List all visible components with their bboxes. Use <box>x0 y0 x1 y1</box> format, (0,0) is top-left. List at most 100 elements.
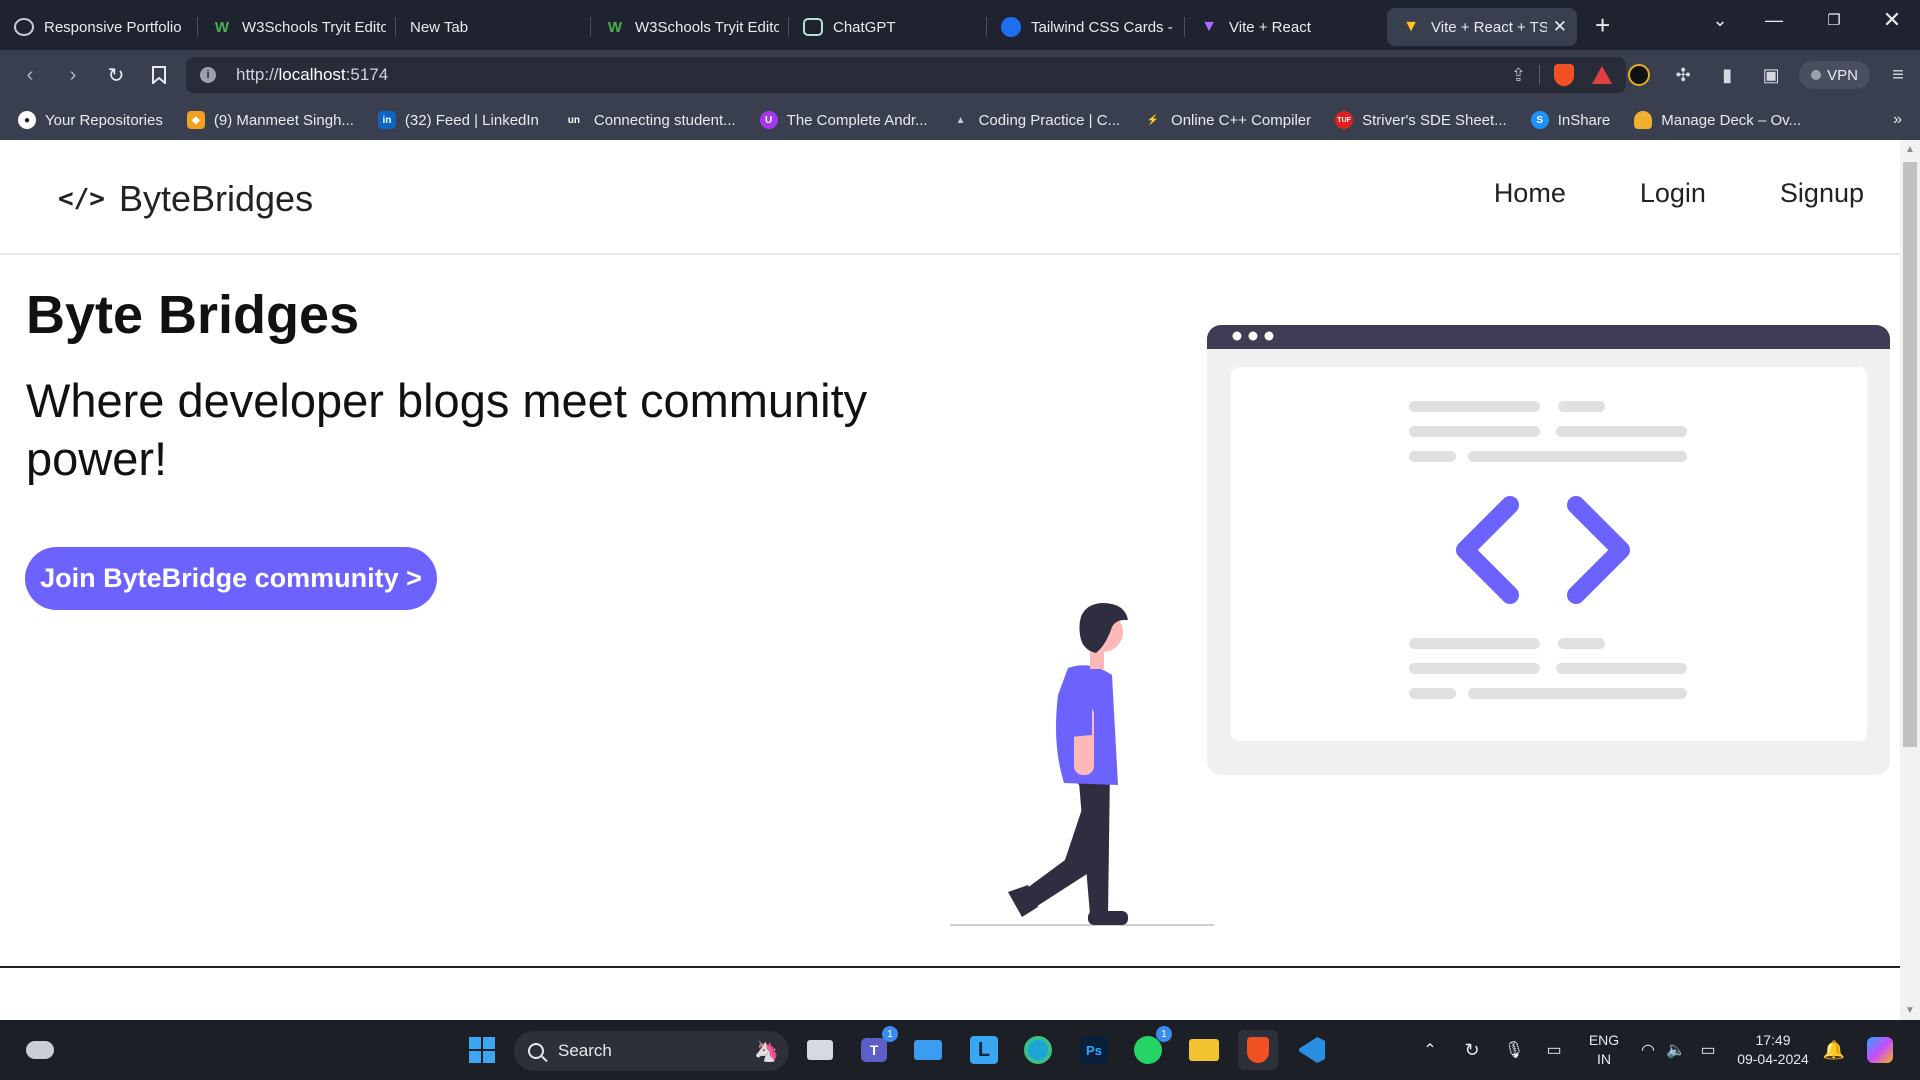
vscode-icon[interactable] <box>1292 1030 1332 1070</box>
taskbar-search[interactable]: Search 🦄 <box>514 1031 789 1071</box>
file-explorer-icon[interactable] <box>1184 1030 1224 1070</box>
reload-icon[interactable]: ↻ <box>96 55 136 95</box>
keyboard-layout-icon[interactable]: ▭ <box>1534 1030 1574 1070</box>
w3schools-icon: W <box>607 18 623 36</box>
browser-toolbar: ‹ › ↻ i http://localhost:5174 ⇪ ✣ ▮ ▣ VP… <box>0 50 1920 100</box>
tab-w3schools-2[interactable]: W W3Schools Tryit Editor <box>591 8 789 46</box>
search-label: Search <box>558 1041 612 1060</box>
nav-signup-link[interactable]: Signup <box>1780 178 1864 209</box>
brand-name: ByteBridges <box>118 178 314 219</box>
tray-overflow-icon[interactable]: ⌃ <box>1410 1030 1450 1070</box>
footer-divider <box>0 966 1900 968</box>
more-bookmarks-icon[interactable]: » <box>1893 111 1902 129</box>
bookmark-manage-deck[interactable]: Manage Deck – Ov... <box>1634 111 1801 129</box>
inshare-icon: S <box>1530 111 1549 129</box>
bookmark-label: Manage Deck – Ov... <box>1661 111 1802 129</box>
tab-vite-react-ts[interactable]: ▼ Vite + React + TS ✕ <box>1387 8 1577 46</box>
photoshop-icon[interactable]: Ps <box>1074 1030 1114 1070</box>
brave-rewards-icon[interactable] <box>1592 66 1612 84</box>
url-text[interactable]: http://localhost:5174 <box>236 65 388 85</box>
vpn-button[interactable]: VPN <box>1799 61 1870 89</box>
bookmark-inshare[interactable]: S InShare <box>1530 111 1610 129</box>
learn-app-icon[interactable]: L <box>964 1030 1004 1070</box>
minimize-icon[interactable]: — <box>1746 0 1802 40</box>
battery-icon[interactable]: ▭ <box>1688 1030 1728 1070</box>
browser-window-graphic <box>1207 325 1890 775</box>
vite-icon: ▼ <box>1403 18 1419 35</box>
tab-w3schools-1[interactable]: W W3Schools Tryit Editor <box>198 8 396 46</box>
bookmark-label: (32) Feed | LinkedIn <box>404 111 539 129</box>
task-view-icon[interactable] <box>800 1030 840 1070</box>
un-icon: un <box>567 114 581 126</box>
nav-home-link[interactable]: Home <box>1494 178 1566 209</box>
brave-shields-icon[interactable] <box>1554 64 1574 86</box>
url-host: localhost <box>278 65 346 84</box>
vite-icon: ▼ <box>1201 18 1217 35</box>
bookmark-linkedin[interactable]: in (32) Feed | LinkedIn <box>377 111 539 129</box>
close-tab-icon[interactable]: ✕ <box>1553 17 1567 37</box>
bookmark-striver-sde[interactable]: TUF Striver's SDE Sheet... <box>1335 111 1507 129</box>
forward-icon[interactable]: › <box>53 55 93 95</box>
tab-vite-react[interactable]: ▼ Vite + React <box>1185 8 1383 46</box>
extensions-icon[interactable]: ✣ <box>1661 50 1705 100</box>
tab-search-icon[interactable]: ⌄ <box>1692 0 1748 40</box>
screen: Responsive Portfolio W W3Schools Tryit E… <box>0 0 1920 1080</box>
join-community-button[interactable]: Join ByteBridge community > <box>25 547 437 610</box>
tab-label: Tailwind CSS Cards - <box>1031 18 1173 36</box>
bookmark-page-icon[interactable] <box>139 55 179 95</box>
address-bar[interactable]: i http://localhost:5174 ⇪ <box>186 57 1626 93</box>
language-code: ENG <box>1588 1032 1620 1048</box>
new-tab-button[interactable]: + <box>1595 12 1610 38</box>
bookmark-label: (9) Manmeet Singh... <box>213 111 354 129</box>
wallet-icon[interactable]: ▣ <box>1749 50 1793 100</box>
back-icon[interactable]: ‹ <box>10 55 50 95</box>
tab-label: Vite + React <box>1229 18 1311 36</box>
copilot-icon[interactable] <box>1860 1030 1900 1070</box>
bookmark-complete-android[interactable]: U The Complete Andr... <box>759 111 928 129</box>
restore-icon[interactable]: ❐ <box>1806 0 1862 40</box>
bookmark-manmeet[interactable]: ◆ (9) Manmeet Singh... <box>186 111 354 129</box>
bookmark-coding-practice[interactable]: ▲ Coding Practice | C... <box>952 111 1120 129</box>
tab-responsive-portfolio[interactable]: Responsive Portfolio <box>0 8 198 46</box>
tab-tailwind-cards[interactable]: Tailwind CSS Cards - <box>987 8 1185 46</box>
url-port: :5174 <box>345 65 389 84</box>
windows-start-icon[interactable] <box>462 1030 502 1070</box>
mail-icon[interactable] <box>908 1030 948 1070</box>
weather-icon[interactable] <box>20 1030 60 1070</box>
share-icon[interactable]: ⇪ <box>1511 65 1526 86</box>
address-divider <box>1539 65 1540 85</box>
tab-new-tab[interactable]: New Tab <box>396 8 591 46</box>
walking-person-graphic <box>950 603 1214 926</box>
edge-icon[interactable] <box>1018 1030 1058 1070</box>
language-indicator[interactable]: ENG IN <box>1584 1031 1624 1069</box>
sidebar-icon[interactable]: ▮ <box>1705 50 1749 100</box>
page-scrollbar[interactable]: ▲ ▼ <box>1900 140 1920 1020</box>
clock[interactable]: 17:49 09-04-2024 <box>1728 1031 1818 1069</box>
w3schools-icon: W <box>214 18 230 36</box>
close-window-icon[interactable]: ✕ <box>1864 0 1920 40</box>
teams-icon[interactable]: T1 <box>854 1026 898 1070</box>
site-logo[interactable]: </> ByteBridges <box>58 178 313 220</box>
bookmark-label: Your Repositories <box>45 111 163 129</box>
notification-bell-icon[interactable]: 🔔 <box>1814 1030 1854 1070</box>
scroll-up-icon[interactable]: ▲ <box>1900 144 1920 155</box>
nav-login-link[interactable]: Login <box>1640 178 1706 209</box>
developer-illustration <box>950 325 1890 926</box>
bookmark-connecting-student[interactable]: un Connecting student... <box>563 111 736 129</box>
region-code: IN <box>1597 1051 1611 1067</box>
bookmark-label: Coding Practice | C... <box>978 111 1121 129</box>
brave-icon[interactable] <box>1238 1030 1278 1070</box>
windows-taskbar: Search 🦄 T1 L Ps 1 ⌃ ↻ 🎙 ▭ ENG IN ◠ 🔈 ▭ … <box>0 1020 1920 1080</box>
scrollbar-thumb[interactable] <box>1903 162 1917 747</box>
sync-icon[interactable]: ↻ <box>1452 1030 1492 1070</box>
bookmark-icon: ◆ <box>186 111 205 129</box>
menu-icon[interactable]: ≡ <box>1876 50 1920 100</box>
site-info-icon[interactable]: i <box>200 67 216 83</box>
whatsapp-icon[interactable]: 1 <box>1128 1026 1172 1070</box>
bookmark-online-cpp[interactable]: ⚡ Online C++ Compiler <box>1144 111 1311 129</box>
scroll-down-icon[interactable]: ▼ <box>1900 1005 1920 1016</box>
microphone-icon[interactable]: 🎙 <box>1494 1030 1534 1070</box>
bookmark-your-repositories[interactable]: ● Your Repositories <box>18 111 163 129</box>
tab-chatgpt[interactable]: ChatGPT <box>789 8 987 46</box>
extension-avatar-icon[interactable] <box>1617 50 1661 100</box>
